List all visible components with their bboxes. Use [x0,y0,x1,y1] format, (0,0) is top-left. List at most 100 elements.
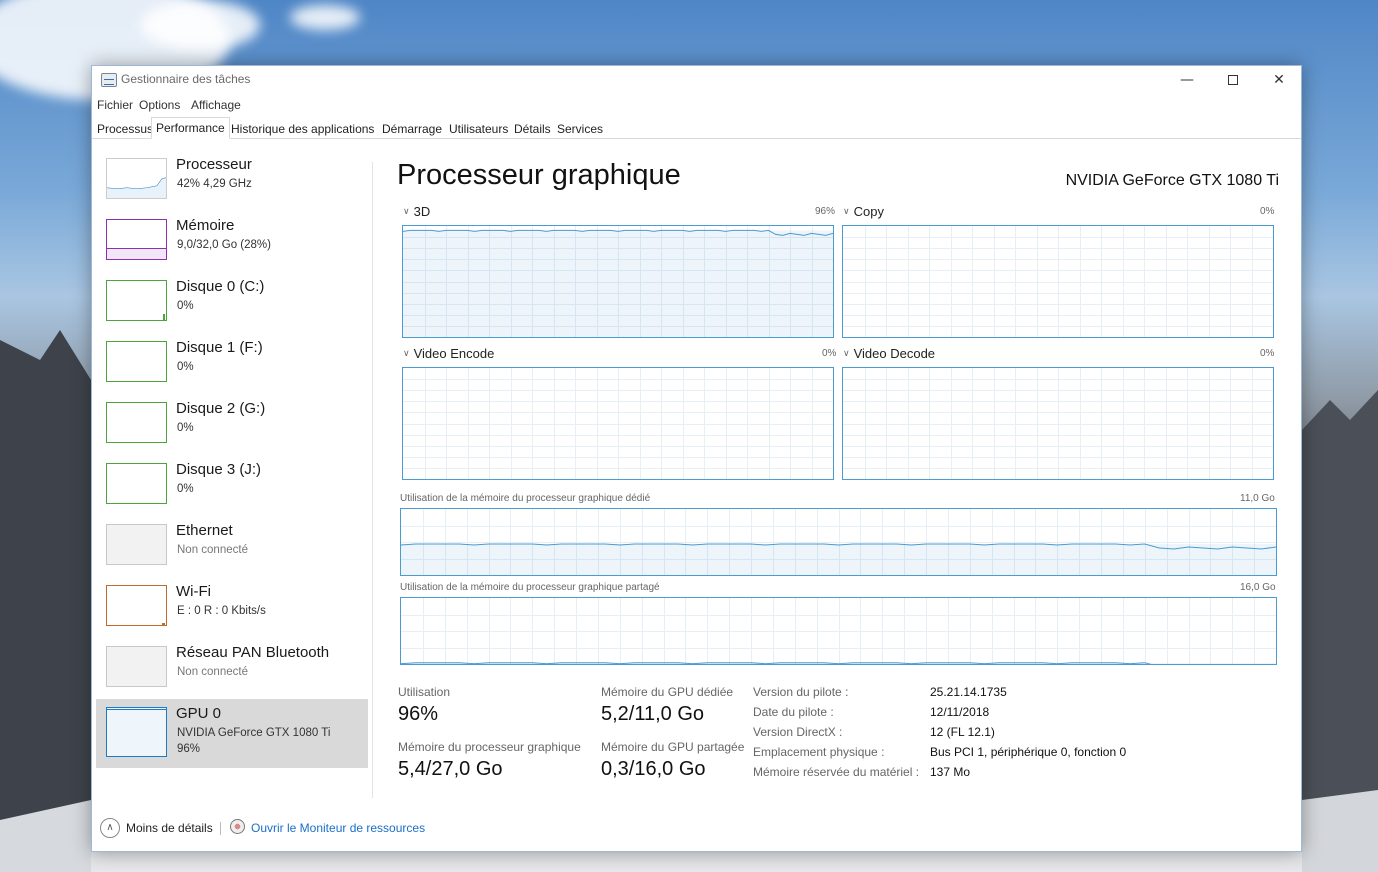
minimize-button[interactable]: — [1164,66,1210,94]
engine-selector-video-encode[interactable]: ∨ Video Encode [403,346,494,361]
sidebar-item-label: Wi-Fi [176,583,211,600]
maximize-icon [1228,75,1238,85]
graph-grid [843,226,1273,337]
window-title: Gestionnaire des tâches [121,72,251,86]
dedicated-label: Mémoire du GPU dédiée [601,685,734,699]
engine-pct: 0% [822,348,837,359]
gpu-mem-value: 5,4/27,0 Go [398,758,503,780]
footer-divider [220,822,221,835]
sidebar-item-disque-0[interactable]: Disque 0 (C:) 0% [96,272,368,332]
tab-details[interactable]: Détails [510,119,555,139]
graph-grid [401,598,1276,664]
sidebar-item-sub: Non connecté [177,544,248,556]
graph-grid [403,368,833,479]
sidebar-item-label: Processeur [176,156,252,173]
wifi-thumbnail [106,585,167,626]
sidebar-item-disque-1[interactable]: Disque 1 (F:) 0% [96,333,368,393]
dedicated-mem-max: 11,0 Go [1240,493,1275,504]
shared-mem-max: 16,0 Go [1240,582,1276,593]
sidebar-item-wifi[interactable]: Wi-Fi E : 0 R : 0 Kbits/s [96,577,368,637]
disk-thumbnail [106,280,167,321]
tab-demarrage[interactable]: Démarrage [378,119,446,139]
sidebar-item-sub: NVIDIA GeForce GTX 1080 Ti [177,727,331,739]
page-title: Processeur graphique [397,159,681,191]
sidebar-item-disque-3[interactable]: Disque 3 (J:) 0% [96,455,368,515]
task-manager-icon [101,73,117,87]
sidebar-item-bluetooth[interactable]: Réseau PAN Bluetooth Non connecté [96,638,368,698]
tab-performance[interactable]: Performance [151,117,230,139]
info-key: Version DirectX : [753,725,843,739]
info-key: Version du pilote : [753,685,849,699]
tab-processus[interactable]: Processus [93,119,157,139]
graph-dedicated-memory [400,508,1277,576]
menu-affichage[interactable]: Affichage [191,98,241,112]
maximize-button[interactable] [1210,66,1256,94]
sidebar-divider [372,162,373,798]
sidebar-item-sub: 0% [177,422,194,434]
graph-video-encode [402,367,834,480]
engine-pct: 0% [1260,206,1275,217]
sidebar-item-label: Mémoire [176,217,235,234]
shared-label: Mémoire du GPU partagée [601,740,745,754]
sidebar-item-sub: 0% [177,361,194,373]
chevron-down-icon: ∨ [843,206,850,216]
menu-options[interactable]: Options [139,98,180,112]
less-details-link[interactable]: Moins de détails [126,821,213,835]
disk-thumbnail [106,341,167,382]
usage-area [401,543,1276,575]
sidebar-item-sub: Non connecté [177,666,248,678]
info-key: Mémoire réservée du matériel : [753,765,920,779]
sidebar-item-disque-2[interactable]: Disque 2 (G:) 0% [96,394,368,454]
sidebar-item-sub: 0% [177,300,194,312]
sidebar-item-label: Disque 1 (F:) [176,339,263,356]
shared-mem-label: Utilisation de la mémoire du processeur … [400,582,660,593]
bluetooth-thumbnail [106,646,167,687]
sidebar-item-ethernet[interactable]: Ethernet Non connecté [96,516,368,576]
graph-3d [402,225,834,338]
menu-fichier[interactable]: Fichier [97,98,133,112]
open-resource-monitor-link[interactable]: Ouvrir le Moniteur de ressources [251,821,425,835]
sidebar-item-gpu-0[interactable]: GPU 0 NVIDIA GeForce GTX 1080 Ti 96% [96,699,368,768]
disk-thumbnail [106,402,167,443]
gpu-model-name: NVIDIA GeForce GTX 1080 Ti [1065,172,1279,189]
engine-label: 3D [413,204,431,219]
engine-label: Video Decode [853,346,936,361]
memory-thumbnail [106,219,167,260]
info-value: 137 Mo [930,765,971,779]
info-value: 12/11/2018 [930,705,990,719]
sidebar-item-label: Disque 2 (G:) [176,400,266,417]
dedicated-mem-label: Utilisation de la mémoire du processeur … [400,493,651,504]
sidebar-item-label: Ethernet [176,522,233,539]
engine-label: Copy [853,204,884,219]
graph-copy [842,225,1274,338]
utilisation-value: 96% [398,703,439,725]
resource-sidebar: Processeur 42% 4,29 GHz Mémoire 9,0/32,0… [96,150,369,770]
sidebar-item-processeur[interactable]: Processeur 42% 4,29 GHz [96,150,368,210]
graph-grid [403,226,833,337]
sidebar-item-sub: 9,0/32,0 Go (28%) [177,239,271,251]
graph-video-decode [842,367,1274,480]
engine-selector-3d[interactable]: ∨ 3D [403,204,430,219]
engine-selector-copy[interactable]: ∨ Copy [843,204,884,219]
tab-historique[interactable]: Historique des applications [227,119,378,139]
title-bar[interactable]: Gestionnaire des tâches — ✕ [92,66,1301,94]
tab-utilisateurs[interactable]: Utilisateurs [445,119,512,139]
sidebar-item-memoire[interactable]: Mémoire 9,0/32,0 Go (28%) [96,211,368,271]
sidebar-item-label: Réseau PAN Bluetooth [176,644,330,661]
info-value: 25.21.14.1735 [930,685,1007,699]
tab-services[interactable]: Services [553,119,607,139]
sidebar-item-label: GPU 0 [176,705,222,722]
chevron-down-icon: ∨ [403,206,410,216]
utilisation-label: Utilisation [398,685,451,699]
engine-selector-video-decode[interactable]: ∨ Video Decode [843,346,935,361]
chevron-up-icon[interactable]: ∧ [100,818,120,838]
info-value: 12 (FL 12.1) [930,725,995,739]
close-button[interactable]: ✕ [1256,66,1302,94]
disk-thumbnail [106,463,167,504]
info-key: Date du pilote : [753,705,834,719]
usage-area [403,230,833,337]
dedicated-value: 5,2/11,0 Go [601,703,705,725]
cpu-mini-graph [106,177,167,198]
tab-bar: Processus Performance Historique des app… [92,117,1301,139]
chevron-down-icon: ∨ [843,348,850,358]
